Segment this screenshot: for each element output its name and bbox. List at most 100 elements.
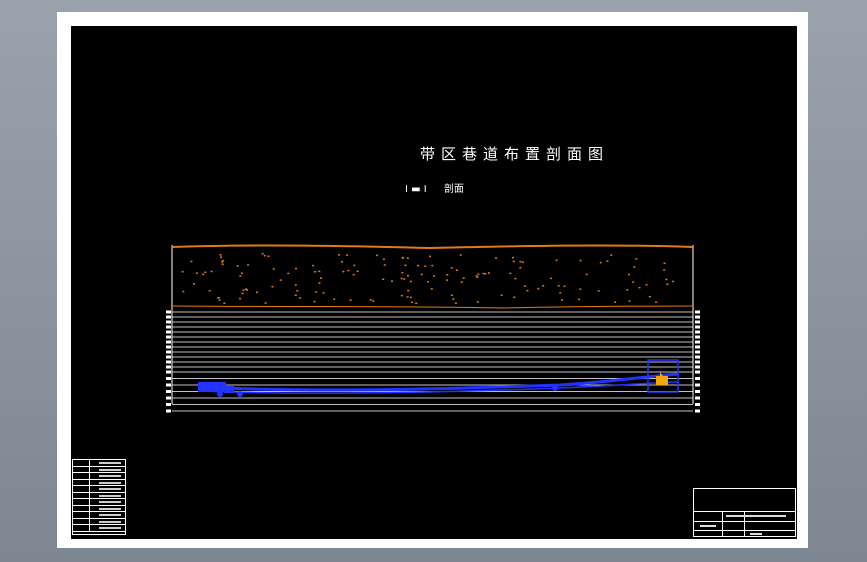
hatch-mark: [296, 290, 299, 292]
depth-label-left: [166, 325, 171, 329]
hatch-mark: [218, 299, 221, 301]
hatch-mark: [427, 281, 430, 283]
hatch-mark: [445, 279, 448, 281]
depth-label-right: [695, 370, 700, 374]
hatch-mark: [519, 267, 522, 269]
hatch-mark: [287, 272, 290, 275]
hatch-mark: [372, 300, 375, 302]
hatch-mark: [223, 302, 226, 304]
hatch-mark: [299, 297, 302, 299]
alluvium-base-line: [171, 305, 694, 309]
hatch-mark: [628, 273, 631, 276]
hatch-mark: [537, 287, 540, 290]
depth-label-right: [695, 360, 700, 364]
depth-label-left: [166, 383, 171, 387]
hatch-mark: [512, 256, 514, 259]
depth-label-left: [166, 390, 171, 393]
hatch-mark: [519, 260, 522, 263]
hatch-mark: [484, 273, 487, 275]
hatch-mark: [239, 275, 242, 277]
depth-label-left: [166, 403, 171, 406]
hatch-mark: [409, 296, 412, 299]
hatch-mark: [401, 271, 404, 274]
legend-row: [73, 525, 125, 532]
hatch-mark: [247, 264, 250, 266]
hatch-mark: [495, 257, 497, 259]
hatch-mark: [415, 302, 418, 304]
depth-label-right: [695, 383, 700, 387]
hatch-mark: [500, 294, 503, 296]
hatch-mark: [663, 269, 666, 271]
hatch-mark: [195, 272, 198, 274]
hatch-mark: [526, 289, 529, 292]
depth-label-right: [695, 403, 700, 406]
hatch-mark: [239, 297, 242, 300]
depth-label-right: [695, 345, 700, 349]
depth-label-left: [166, 310, 171, 314]
hatch-mark: [294, 294, 297, 296]
hatch-mark: [245, 288, 247, 290]
hatch-mark: [645, 284, 648, 286]
hatch-mark: [585, 273, 588, 276]
hatch-mark: [431, 264, 434, 267]
hatch-mark: [429, 255, 431, 258]
depth-label-right: [695, 310, 700, 314]
hatch-mark: [182, 290, 185, 293]
hatch-mark: [315, 291, 318, 293]
hatch-mark: [240, 272, 243, 274]
hatch-mark: [606, 260, 609, 262]
hatch-mark: [403, 278, 406, 280]
hatch-mark: [342, 270, 345, 273]
hatch-mark: [475, 275, 478, 277]
hatch-mark: [322, 292, 325, 294]
hatch-mark: [312, 264, 315, 267]
hatch-mark: [382, 258, 385, 260]
hatch-mark: [313, 300, 316, 303]
hatch-mark: [430, 288, 433, 290]
hatch-mark: [599, 261, 602, 264]
hatch-mark: [550, 277, 553, 280]
depth-label-left: [166, 377, 171, 380]
hatch-mark: [407, 275, 409, 277]
depth-label-left: [166, 330, 171, 334]
hatch-mark: [202, 273, 205, 276]
hatch-mark: [628, 300, 631, 302]
depth-label-right: [695, 320, 700, 324]
hatch-mark: [409, 280, 412, 283]
depth-label-left: [166, 350, 171, 354]
hatch-mark: [345, 254, 348, 256]
hatch-mark: [462, 277, 465, 279]
hatch-mark: [635, 258, 638, 260]
hatch-mark: [514, 277, 517, 280]
hatch-mark: [219, 254, 222, 256]
hatch-mark: [555, 259, 558, 262]
depth-label-left: [166, 396, 171, 400]
depth-label-left: [166, 340, 171, 344]
hatch-mark: [242, 289, 245, 291]
depth-label-right: [695, 330, 700, 334]
depth-label-left: [166, 320, 171, 324]
hatch-mark: [190, 260, 193, 263]
stratum-lines: [172, 311, 693, 412]
hatch-mark: [272, 268, 275, 270]
hatch-mark: [410, 301, 413, 303]
section-profile-drawing: [166, 244, 700, 413]
title-block: [693, 488, 796, 537]
hatch-mark: [460, 281, 463, 283]
hatch-mark: [400, 294, 403, 297]
hatch-mark: [672, 280, 675, 283]
depth-label-left: [166, 315, 171, 319]
hatch-mark: [294, 284, 297, 286]
depth-label-left: [166, 365, 171, 369]
depth-labels: [166, 310, 700, 413]
hatch-mark: [406, 296, 409, 298]
hatch-mark: [220, 256, 223, 258]
depth-label-left: [166, 345, 171, 349]
hatch-mark: [320, 277, 322, 279]
hatch-mark: [382, 278, 385, 280]
hatch-mark: [402, 257, 405, 259]
hatch-mark: [542, 285, 545, 287]
roadway-line: [199, 372, 679, 392]
hatch-mark: [349, 299, 352, 301]
hatch-mark: [241, 292, 244, 295]
